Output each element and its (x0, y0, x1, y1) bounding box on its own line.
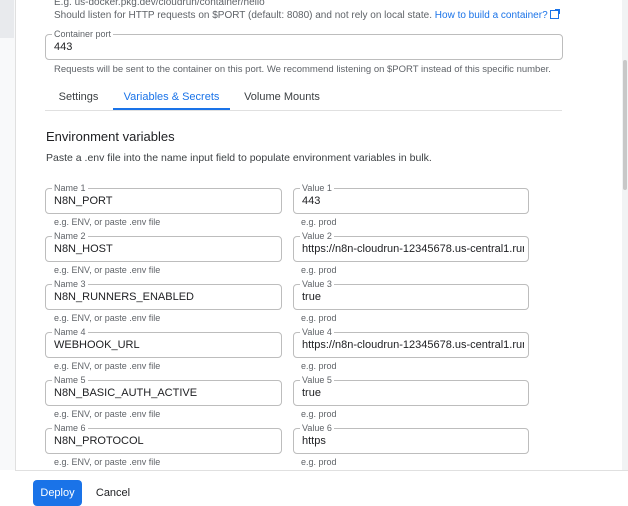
env-value-value: https://n8n-cloudrun-12345678.us-central… (302, 243, 524, 255)
env-value-value: true (302, 387, 321, 399)
image-hint-line: Should listen for HTTP requests on $PORT… (54, 10, 432, 21)
env-value-field[interactable]: Value 4 https://n8n-cloudrun-12345678.us-… (293, 326, 529, 358)
env-name-helper: e.g. ENV, or paste .env file (54, 217, 161, 227)
env-name-value: N8N_PORT (54, 195, 113, 207)
env-name-helper: e.g. ENV, or paste .env file (54, 457, 161, 467)
container-port-helper: Requests will be sent to the container o… (54, 64, 551, 75)
env-name-value: N8N_BASIC_AUTH_ACTIVE (54, 387, 198, 399)
env-value-helper: e.g. prod (301, 313, 337, 323)
env-name-helper: e.g. ENV, or paste .env file (54, 313, 161, 323)
env-name-field[interactable]: Name 6 N8N_PROTOCOL (45, 422, 282, 454)
cancel-button[interactable]: Cancel (92, 480, 134, 506)
left-rail (0, 0, 16, 470)
env-value-helper: e.g. prod (301, 361, 337, 371)
env-name-helper: e.g. ENV, or paste .env file (54, 409, 161, 419)
scrollbar[interactable] (622, 0, 628, 470)
env-name-field[interactable]: Name 5 N8N_BASIC_AUTH_ACTIVE (45, 374, 282, 406)
footer-bar: Deploy Cancel (15, 470, 628, 506)
tab-volume-mounts[interactable]: Volume Mounts (231, 85, 333, 110)
env-value-field[interactable]: Value 3 true (293, 278, 529, 310)
env-name-field[interactable]: Name 4 WEBHOOK_URL (45, 326, 282, 358)
deploy-button[interactable]: Deploy (33, 480, 82, 506)
left-rail-marker (0, 0, 14, 38)
env-name-helper: e.g. ENV, or paste .env file (54, 265, 161, 275)
container-port-field[interactable]: Container port 443 (45, 28, 563, 60)
env-value-helper: e.g. prod (301, 265, 337, 275)
active-tab-indicator (113, 108, 230, 110)
env-value-value: https (302, 435, 326, 447)
env-value-field[interactable]: Value 1 443 (293, 182, 529, 214)
env-name-field[interactable]: Name 2 N8N_HOST (45, 230, 282, 262)
build-container-link[interactable]: How to build a container? (435, 9, 560, 21)
env-value-field[interactable]: Value 6 https (293, 422, 529, 454)
env-value-helper: e.g. prod (301, 217, 337, 227)
tab-variables-secrets[interactable]: Variables & Secrets (113, 85, 230, 110)
tab-settings[interactable]: Settings (45, 85, 112, 110)
env-value-helper: e.g. prod (301, 457, 337, 467)
env-section-description: Paste a .env file into the name input fi… (46, 152, 432, 164)
env-value-value: 443 (302, 195, 321, 207)
env-value-field[interactable]: Value 5 true (293, 374, 529, 406)
image-hint-text: Should listen for HTTP requests on $PORT… (54, 9, 560, 21)
env-name-field[interactable]: Name 3 N8N_RUNNERS_ENABLED (45, 278, 282, 310)
env-value-value: https://n8n-cloudrun-12345678.us-central… (302, 339, 524, 351)
env-value-field[interactable]: Value 2 https://n8n-cloudrun-12345678.us-… (293, 230, 529, 262)
scrollbar-thumb[interactable] (623, 60, 627, 190)
env-value-value: true (302, 291, 321, 303)
env-name-helper: e.g. ENV, or paste .env file (54, 361, 161, 371)
external-link-icon (549, 9, 560, 19)
env-value-helper: e.g. prod (301, 409, 337, 419)
env-name-field[interactable]: Name 1 N8N_PORT (45, 182, 282, 214)
image-url-example: E.g. us-docker.pkg.dev/cloudrun/containe… (54, 0, 265, 8)
env-name-value: WEBHOOK_URL (54, 339, 140, 351)
env-name-value: N8N_PROTOCOL (54, 435, 144, 447)
env-name-value: N8N_HOST (54, 243, 113, 255)
env-section-title: Environment variables (46, 129, 175, 144)
container-port-value: 443 (54, 41, 73, 53)
env-name-value: N8N_RUNNERS_ENABLED (54, 291, 194, 303)
